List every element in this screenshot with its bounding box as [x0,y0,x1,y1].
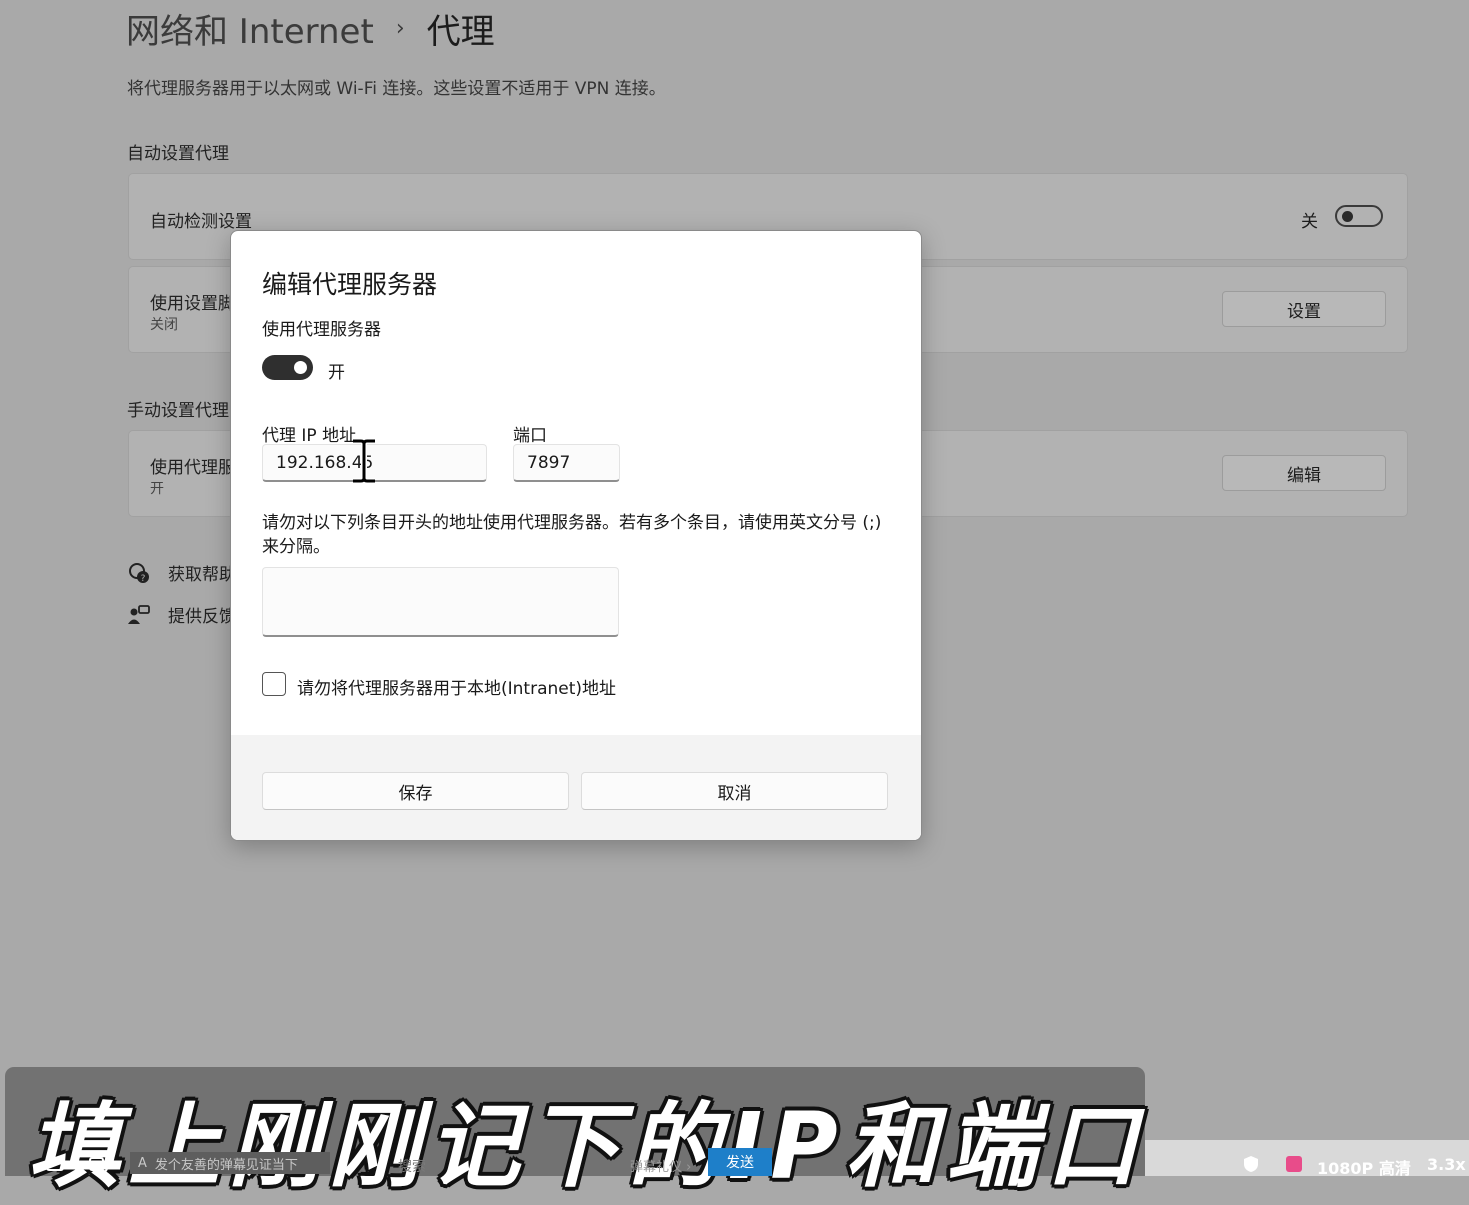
danmu-etiquette-link[interactable]: 弹幕礼仪 › [630,1156,691,1175]
manual-proxy-sub: 开 [150,481,164,497]
setup-script-label: 使用设置脚 [150,294,235,314]
toggle-knob [294,361,307,374]
breadcrumb: 网络和 Internet › 代理 [126,4,495,53]
manual-section-title: 手动设置代理 [127,401,229,421]
player-controls-background [1145,1140,1469,1176]
auto-detect-toggle[interactable] [1335,205,1383,227]
local-address-checkbox-label[interactable]: 请勿将代理服务器用于本地(Intranet)地址 [297,674,616,699]
danmu-settings-icon[interactable] [88,1154,108,1174]
edit-proxy-dialog: 编辑代理服务器 使用代理服务器 开 代理 IP 地址 192.168.45 端口… [230,230,922,841]
auto-section-title: 自动设置代理 [127,144,229,164]
text-style-icon[interactable]: A [138,1156,147,1171]
quality-selector[interactable]: 1080P 高清 [1317,1155,1411,1179]
manual-proxy-edit-button[interactable]: 编辑 [1222,455,1386,491]
setup-script-sub: 关闭 [150,317,178,333]
danmu-input[interactable]: A 发个友善的弹幕见证当下 [130,1152,330,1174]
use-proxy-toggle[interactable] [262,355,313,380]
use-proxy-state: 开 [328,363,345,383]
feedback-link[interactable]: 提供反馈 [128,602,236,627]
page-title: 代理 [426,12,495,52]
video-caption: 填上刚刚记下的IP和端口 [28,1093,1146,1200]
chevron-right-icon: › [395,16,405,41]
auto-detect-state: 关 [1301,212,1318,232]
save-button[interactable]: 保存 [262,772,569,810]
ip-label: 代理 IP 地址 [262,426,357,446]
danmu-toggle-icon[interactable] [45,1154,65,1174]
search-placeholder[interactable]: 搜索 [398,1156,426,1176]
help-link-label: 获取帮助 [168,565,236,585]
help-link[interactable]: ? 获取帮助 [128,560,236,585]
exceptions-description: 请勿对以下列条目开头的地址使用代理服务器。若有多个条目，请使用英文分号 (;) … [262,513,882,557]
auto-detect-label: 自动检测设置 [150,212,252,232]
cancel-button[interactable]: 取消 [581,772,888,810]
exceptions-input[interactable] [262,567,619,637]
use-proxy-label: 使用代理服务器 [262,320,381,340]
setup-script-button[interactable]: 设置 [1222,291,1386,327]
translate-icon[interactable] [1284,1154,1304,1174]
page-description: 将代理服务器用于以太网或 Wi-Fi 连接。这些设置不适用于 VPN 连接。 [127,79,666,99]
svg-text:?: ? [141,574,146,584]
manual-proxy-label: 使用代理服 [150,458,235,478]
shield-icon[interactable] [1241,1154,1261,1174]
feedback-icon [128,604,150,624]
help-icon: ? [129,562,149,584]
dialog-footer: 保存 取消 [231,735,921,840]
feedback-link-label: 提供反馈 [168,607,236,627]
speed-selector[interactable]: 3.3x [1427,1155,1466,1174]
toggle-knob [1342,211,1353,222]
dialog-title: 编辑代理服务器 [262,270,438,299]
danmu-placeholder: 发个友善的弹幕见证当下 [154,1157,298,1173]
text-cursor-icon [353,438,375,484]
port-label: 端口 [513,426,547,446]
port-input[interactable]: 7897 [513,444,620,482]
send-button[interactable]: 发送 [708,1148,772,1176]
breadcrumb-parent[interactable]: 网络和 Internet [126,4,374,53]
local-address-checkbox[interactable] [262,672,286,696]
